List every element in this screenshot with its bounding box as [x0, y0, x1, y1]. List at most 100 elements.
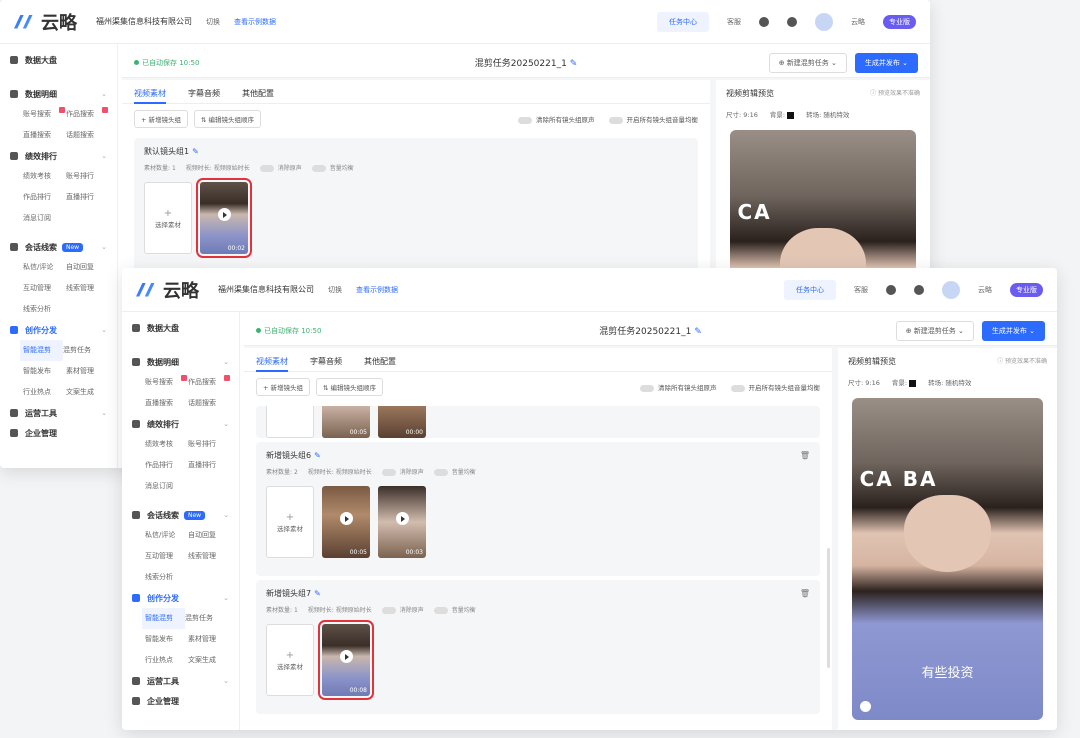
edit-icon[interactable]: ✎	[314, 451, 321, 460]
transition-select[interactable]: 转场: 随机特效	[806, 109, 849, 119]
service-button[interactable]: 客服	[854, 285, 868, 295]
sidebar-item-material[interactable]: 素材管理	[188, 629, 231, 650]
sidebar-item-dashboard[interactable]: 数据大盘	[0, 50, 117, 70]
example-data-link[interactable]: 查看示例数据	[234, 17, 276, 27]
tab-video-material[interactable]: 视频素材	[256, 356, 288, 372]
sidebar-item-works-search[interactable]: 作品搜索	[188, 372, 231, 393]
balance-toggle[interactable]: 音量均衡	[433, 467, 476, 476]
sidebar-item-works-rank[interactable]: 作品排行	[145, 455, 188, 476]
sidebar-item-leads-analysis[interactable]: 线索分析	[145, 567, 188, 588]
clear-all-toggle[interactable]: 清除所有镜头组原声	[640, 382, 717, 392]
select-material-button[interactable]	[266, 406, 314, 438]
order-groups-button[interactable]: ⇅ 编辑镜头组顺序	[316, 378, 384, 396]
sidebar-item-mix-task[interactable]: 混剪任务	[63, 340, 106, 361]
tab-subtitle-audio[interactable]: 字幕音频	[310, 356, 342, 371]
select-material-button[interactable]: + 选择素材	[266, 486, 314, 558]
sidebar-item-dashboard[interactable]: 数据大盘	[122, 318, 239, 338]
group-name[interactable]: 新增镜头组6 ✎	[266, 450, 810, 461]
sidebar-group-leads[interactable]: 会话线索 New ⌄	[0, 237, 117, 257]
sidebar-group-enterprise[interactable]: 企业管理	[0, 423, 117, 443]
duration-select[interactable]: 视频时长: 视频原始时长	[308, 605, 372, 614]
select-material-button[interactable]: + 选择素材	[144, 182, 192, 254]
video-clip-thumbnail[interactable]: 00:05	[322, 486, 370, 558]
app-logo[interactable]: 云略	[14, 9, 84, 35]
video-clip-thumbnail[interactable]: 00:03	[378, 486, 426, 558]
sidebar-item-live-rank[interactable]: 直播排行	[188, 455, 231, 476]
size-select[interactable]: 尺寸: 9:16	[726, 109, 758, 119]
play-icon[interactable]	[860, 701, 871, 712]
task-center-button[interactable]: 任务中心	[657, 11, 709, 32]
group-name[interactable]: 默认镜头组1 ✎	[144, 146, 688, 157]
video-clip-thumbnail[interactable]: 00:05	[322, 406, 370, 438]
tab-other-config[interactable]: 其他配置	[364, 356, 396, 371]
sidebar-item-hot[interactable]: 行业热点	[23, 382, 66, 403]
sidebar-item-account-search[interactable]: 账号搜索	[145, 372, 188, 393]
sidebar-group-creation[interactable]: 创作分发 ⌄	[0, 320, 117, 340]
sidebar-item-leads-manage[interactable]: 线索管理	[188, 546, 231, 567]
video-clip-thumbnail[interactable]: 00:08	[318, 620, 374, 700]
message-icon[interactable]	[759, 16, 769, 27]
tab-subtitle-audio[interactable]: 字幕音频	[188, 88, 220, 103]
sidebar-item-kpi[interactable]: 绩效考核	[23, 166, 66, 187]
balance-toggle[interactable]: 音量均衡	[311, 163, 354, 172]
video-clip-thumbnail[interactable]: 00:00	[378, 406, 426, 438]
size-select[interactable]: 尺寸: 9:16	[848, 377, 880, 387]
play-icon[interactable]	[340, 650, 353, 664]
play-icon[interactable]	[396, 512, 409, 526]
new-task-button[interactable]: ⊕ 新建混剪任务 ⌄	[768, 52, 847, 73]
sidebar-item-topic-search[interactable]: 话题搜索	[66, 125, 109, 146]
sidebar-item-copywriting[interactable]: 文案生成	[188, 650, 231, 671]
sidebar-item-smart-publish[interactable]: 智能发布	[145, 629, 188, 650]
sidebar-group-ranking[interactable]: 绩效排行 ⌄	[0, 146, 117, 166]
publish-button[interactable]: 生成并发布 ⌄	[981, 320, 1045, 341]
avatar[interactable]	[942, 280, 960, 299]
sidebar-item-smart-mix[interactable]: 智能混剪	[142, 608, 185, 629]
sidebar-item-hot[interactable]: 行业热点	[145, 650, 188, 671]
sidebar-item-dm[interactable]: 私信/评论	[23, 257, 66, 278]
edit-icon[interactable]: ✎	[694, 327, 702, 337]
sidebar-item-live-search[interactable]: 直播搜索	[145, 393, 188, 414]
service-button[interactable]: 客服	[727, 17, 741, 27]
sidebar-group-ops[interactable]: 运营工具 ⌄	[122, 671, 239, 691]
group-name[interactable]: 新增镜头组7 ✎	[266, 588, 810, 599]
play-icon[interactable]	[340, 512, 353, 526]
trash-icon[interactable]: 🗑	[800, 451, 810, 460]
sidebar-item-auto-reply[interactable]: 自动回复	[188, 525, 231, 546]
example-data-link[interactable]: 查看示例数据	[356, 285, 398, 295]
select-material-button[interactable]: + 选择素材	[266, 624, 314, 696]
sidebar-item-account-rank[interactable]: 账号排行	[188, 434, 231, 455]
task-center-button[interactable]: 任务中心	[784, 279, 836, 300]
sidebar-group-ops[interactable]: 运营工具 ⌄	[0, 403, 117, 423]
sidebar-item-works-rank[interactable]: 作品排行	[23, 187, 66, 208]
edit-icon[interactable]: ✎	[192, 147, 199, 156]
sidebar-item-interaction[interactable]: 互动管理	[23, 278, 66, 299]
order-groups-button[interactable]: ⇅ 编辑镜头组顺序	[194, 110, 262, 128]
sidebar-item-smart-publish[interactable]: 智能发布	[23, 361, 66, 382]
add-group-button[interactable]: + 新增镜头组	[134, 110, 189, 128]
video-clip-thumbnail[interactable]: 00:02	[196, 178, 252, 258]
sidebar-item-copywriting[interactable]: 文案生成	[66, 382, 109, 403]
sidebar-item-live-rank[interactable]: 直播排行	[66, 187, 109, 208]
duration-select[interactable]: 视频时长: 视频原始时长	[186, 163, 250, 172]
sidebar-group-data[interactable]: 数据明细 ⌄	[122, 352, 239, 372]
sidebar-item-account-search[interactable]: 账号搜索	[23, 104, 66, 125]
sidebar-item-leads-analysis[interactable]: 线索分析	[23, 299, 66, 320]
sidebar-item-live-search[interactable]: 直播搜索	[23, 125, 66, 146]
sidebar-group-data[interactable]: 数据明细 ⌄	[0, 84, 117, 104]
sidebar-item-works-search[interactable]: 作品搜索	[66, 104, 109, 125]
sidebar-group-ranking[interactable]: 绩效排行 ⌄	[122, 414, 239, 434]
background-select[interactable]: 背景:	[892, 377, 917, 387]
bell-icon[interactable]	[914, 284, 924, 295]
duration-select[interactable]: 视频时长: 视频原始时长	[308, 467, 372, 476]
video-preview[interactable]: CA BA 有些投资	[852, 398, 1043, 720]
remove-audio-toggle[interactable]: 消除原声	[259, 163, 302, 172]
balance-all-toggle[interactable]: 开启所有镜头组音量均衡	[730, 382, 820, 392]
new-task-button[interactable]: ⊕ 新建混剪任务 ⌄	[895, 320, 974, 341]
edit-icon[interactable]: ✎	[570, 59, 578, 69]
balance-all-toggle[interactable]: 开启所有镜头组音量均衡	[608, 114, 698, 124]
tab-other-config[interactable]: 其他配置	[242, 88, 274, 103]
play-icon[interactable]	[218, 208, 231, 222]
bell-icon[interactable]	[787, 16, 797, 27]
sidebar-group-creation[interactable]: 创作分发 ⌄	[122, 588, 239, 608]
balance-toggle[interactable]: 音量均衡	[433, 605, 476, 614]
